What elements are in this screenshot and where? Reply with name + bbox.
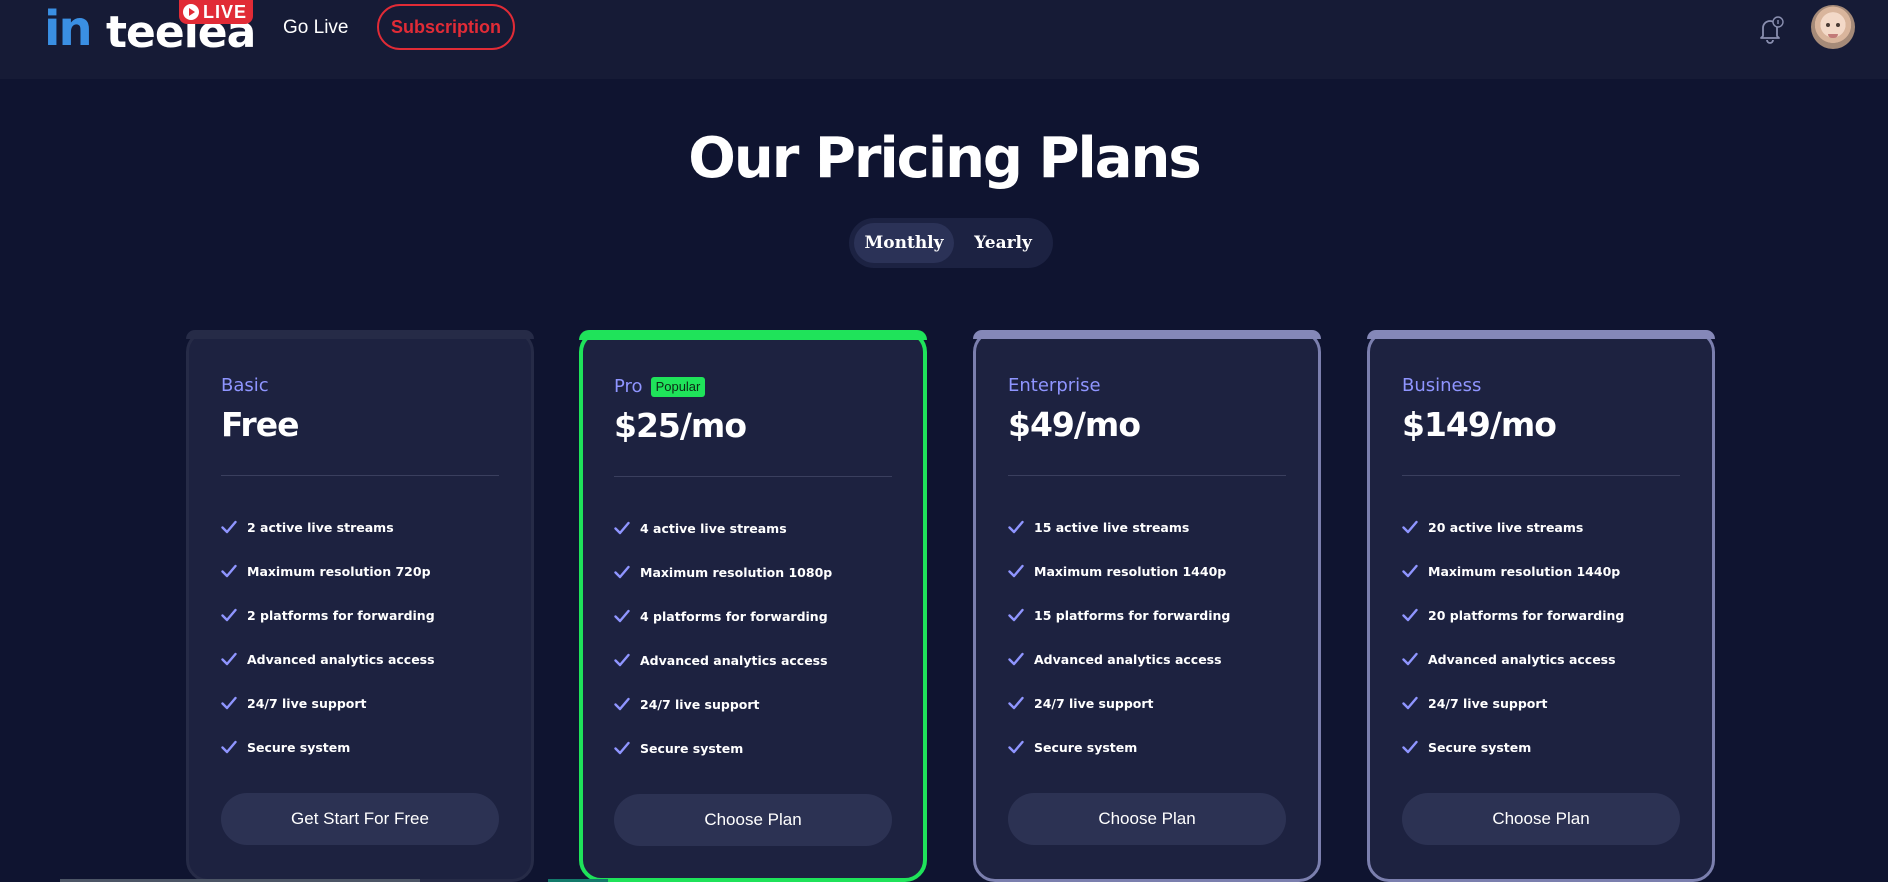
feature-item: 15 platforms for forwarding: [1008, 593, 1286, 637]
check-icon: [1402, 740, 1418, 754]
feature-item: Advanced analytics access: [1402, 637, 1680, 681]
plan-price: $25/mo: [614, 406, 747, 445]
bell-icon[interactable]: [1754, 14, 1786, 46]
plan-price: $149/mo: [1402, 405, 1557, 444]
choose-plan-button[interactable]: Choose Plan: [614, 794, 892, 846]
plan-card-business: Business $149/mo 20 active live streams …: [1367, 330, 1715, 882]
plan-price: Free: [221, 405, 299, 444]
choose-plan-button[interactable]: Choose Plan: [1402, 793, 1680, 845]
billing-monthly-option[interactable]: Monthly: [854, 223, 954, 263]
feature-list: 15 active live streams Maximum resolutio…: [1008, 505, 1286, 769]
feature-item: 4 active live streams: [614, 506, 892, 550]
feature-item: 24/7 live support: [221, 681, 499, 725]
user-avatar[interactable]: [1811, 5, 1855, 49]
plan-card-pro: Pro Popular $25/mo 4 active live streams…: [579, 330, 927, 882]
check-icon: [1008, 564, 1024, 578]
plan-name-label: Pro: [614, 376, 643, 397]
plan-name: Enterprise: [1008, 373, 1101, 399]
check-icon: [221, 520, 237, 534]
divider: [614, 476, 892, 477]
feature-item: Maximum resolution 1440p: [1402, 549, 1680, 593]
feature-item: 2 platforms for forwarding: [221, 593, 499, 637]
feature-item: 20 platforms for forwarding: [1402, 593, 1680, 637]
check-icon: [1402, 652, 1418, 666]
play-icon: [183, 4, 199, 20]
feature-item: Secure system: [1008, 725, 1286, 769]
divider: [221, 475, 499, 476]
feature-item: Secure system: [1402, 725, 1680, 769]
plan-price: $49/mo: [1008, 405, 1141, 444]
plan-name-label: Business: [1402, 375, 1482, 396]
check-icon: [221, 564, 237, 578]
feature-item: 4 platforms for forwarding: [614, 594, 892, 638]
billing-period-toggle: Monthly Yearly: [849, 218, 1053, 268]
check-icon: [614, 609, 630, 623]
nav-subscription-button[interactable]: Subscription: [377, 4, 515, 50]
feature-item: Advanced analytics access: [614, 638, 892, 682]
check-icon: [1008, 520, 1024, 534]
feature-list: 20 active live streams Maximum resolutio…: [1402, 505, 1680, 769]
check-icon: [221, 608, 237, 622]
feature-item: Maximum resolution 720p: [221, 549, 499, 593]
top-navigation-bar: in teelea LIVE Go Live Subscription: [0, 0, 1888, 79]
feature-item: Advanced analytics access: [1008, 637, 1286, 681]
check-icon: [1402, 696, 1418, 710]
feature-item: Advanced analytics access: [221, 637, 499, 681]
feature-item: 2 active live streams: [221, 505, 499, 549]
inteelea-logo[interactable]: in teelea LIVE: [44, 0, 256, 60]
check-icon: [221, 696, 237, 710]
feature-item: Maximum resolution 1080p: [614, 550, 892, 594]
feature-item: 24/7 live support: [1008, 681, 1286, 725]
feature-list: 2 active live streams Maximum resolution…: [221, 505, 499, 769]
live-badge: LIVE: [179, 0, 254, 24]
feature-item: Secure system: [614, 726, 892, 770]
check-icon: [614, 741, 630, 755]
check-icon: [1008, 740, 1024, 754]
plan-card-basic: Basic Free 2 active live streams Maximum…: [186, 330, 534, 882]
check-icon: [221, 740, 237, 754]
check-icon: [614, 565, 630, 579]
check-icon: [221, 652, 237, 666]
plan-name: Basic: [221, 373, 269, 399]
feature-list: 4 active live streams Maximum resolution…: [614, 506, 892, 770]
plan-card-enterprise: Enterprise $49/mo 15 active live streams…: [973, 330, 1321, 882]
plan-name: Pro Popular: [614, 374, 706, 400]
choose-plan-button[interactable]: Choose Plan: [1008, 793, 1286, 845]
feature-item: Maximum resolution 1440p: [1008, 549, 1286, 593]
live-badge-label: LIVE: [203, 1, 248, 22]
feature-item: 24/7 live support: [1402, 681, 1680, 725]
plan-name-label: Enterprise: [1008, 375, 1101, 396]
plan-name-label: Basic: [221, 375, 269, 396]
check-icon: [1008, 652, 1024, 666]
billing-yearly-option[interactable]: Yearly: [959, 223, 1047, 263]
divider: [1402, 475, 1680, 476]
plan-name: Business: [1402, 373, 1481, 399]
divider: [1008, 475, 1286, 476]
check-icon: [1008, 608, 1024, 622]
get-start-free-button[interactable]: Get Start For Free: [221, 793, 499, 845]
check-icon: [1008, 696, 1024, 710]
page-title: Our Pricing Plans: [688, 126, 1202, 191]
check-icon: [1402, 608, 1418, 622]
check-icon: [614, 697, 630, 711]
nav-go-live-link[interactable]: Go Live: [283, 14, 348, 42]
feature-item: 15 active live streams: [1008, 505, 1286, 549]
feature-item: 20 active live streams: [1402, 505, 1680, 549]
check-icon: [1402, 564, 1418, 578]
check-icon: [614, 653, 630, 667]
check-icon: [1402, 520, 1418, 534]
feature-item: 24/7 live support: [614, 682, 892, 726]
feature-item: Secure system: [221, 725, 499, 769]
check-icon: [614, 521, 630, 535]
logo-prefix: in: [44, 1, 93, 57]
popular-badge: Popular: [650, 377, 706, 397]
